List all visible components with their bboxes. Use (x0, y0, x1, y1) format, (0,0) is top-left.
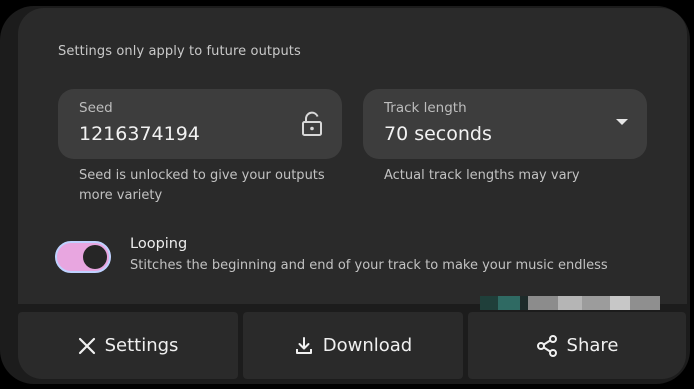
share-button-label: Share (566, 335, 619, 356)
share-button[interactable]: Share (468, 312, 686, 379)
track-length-value: 70 seconds (384, 123, 492, 145)
track-length-select[interactable]: Track length 70 seconds (363, 89, 647, 159)
seed-value[interactable]: 1216374194 (79, 123, 200, 145)
share-icon (536, 334, 557, 357)
action-bar: Settings Download Share (18, 312, 690, 379)
seed-field[interactable]: Seed 1216374194 (58, 89, 342, 159)
looping-toggle[interactable] (55, 241, 111, 273)
music-generator-screen: Settings only apply to future outputs Se… (0, 0, 694, 389)
toggle-knob (83, 245, 107, 269)
download-icon (295, 336, 312, 354)
pixelation-artifact (480, 296, 680, 310)
download-button-label: Download (322, 335, 413, 356)
download-button[interactable]: Download (243, 312, 463, 379)
settings-hint: Settings only apply to future outputs (58, 44, 301, 59)
seed-label: Seed (79, 100, 113, 116)
track-length-help-text: Actual track lengths may vary (384, 168, 580, 183)
seed-lock-button[interactable] (298, 110, 326, 138)
looping-title: Looping (130, 236, 188, 252)
lock-open-icon (302, 111, 322, 136)
dropdown-arrow-icon[interactable] (616, 119, 628, 125)
settings-button-label: Settings (104, 335, 179, 356)
settings-panel: Settings only apply to future outputs Se… (18, 8, 687, 304)
track-length-label: Track length (384, 100, 467, 116)
settings-button[interactable]: Settings (18, 312, 238, 379)
seed-help-text: Seed is unlocked to give your outputs mo… (79, 168, 325, 203)
close-icon (78, 337, 95, 354)
looping-description: Stitches the beginning and end of your t… (130, 258, 608, 273)
